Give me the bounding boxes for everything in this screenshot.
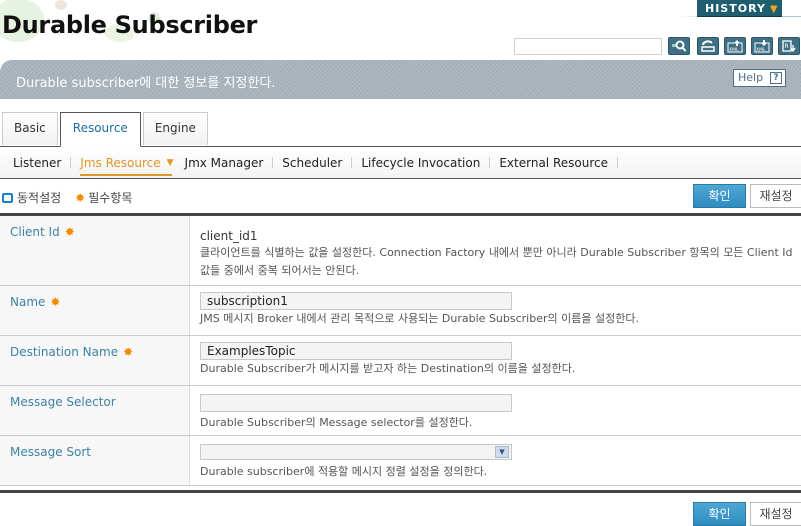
xml-export-button[interactable]: XML [724,37,746,55]
settings-form: Client Id ✸ client_id1 클라이언트를 식별하는 값을 설정한… [0,213,801,486]
message-selector-input[interactable] [200,394,512,412]
name-input[interactable]: subscription1 [200,292,512,310]
svg-text:XML: XML [756,47,766,53]
form-row-client-id: Client Id ✸ client_id1 클라이언트를 식별하는 값을 설정한… [0,216,801,286]
client-id-hint: 클라이언트를 식별하는 값을 설정한다. Connection Factory … [200,246,793,277]
divider [272,157,274,168]
field-value: client_id1 클라이언트를 식별하는 값을 설정한다. Connecti… [190,216,801,285]
field-value: ExamplesTopic Durable Subscriber가 메시지를 받… [190,336,801,385]
divider [489,157,491,168]
destination-name-input[interactable]: ExamplesTopic [200,342,512,360]
reset-button-top[interactable]: 재설정 [750,184,801,208]
subnav-label: Jms Resource [80,155,161,170]
tab-resource[interactable]: Resource [59,112,141,147]
search-button[interactable] [668,37,690,55]
subnav-listener[interactable]: Listener [13,156,61,170]
divider [351,157,353,168]
required-icon: ✸ [123,345,134,359]
form-row-message-sort: Message Sort ▼ Durable subscriber에 적용할 메… [0,436,801,486]
legend: 동적설정 ✸ 필수항목 [2,189,132,206]
label-text: Message Sort [10,445,92,459]
field-label: Client Id ✸ [0,216,190,285]
dynamic-setting-label: 동적설정 [17,191,62,205]
label-text: Destination Name [10,345,119,359]
divider [616,157,618,168]
label-text: Client Id [10,225,60,239]
required-icon: ✸ [64,225,75,239]
svg-text:XML: XML [729,47,739,53]
subnav-label: Scheduler [282,155,343,170]
subnav-label: External Resource [499,155,608,170]
decorative-circle [55,0,67,10]
xml-export-icon: XML [727,40,743,53]
search-input[interactable] [514,38,662,55]
refresh-icon [701,40,715,52]
subnav-scheduler[interactable]: Scheduler [282,156,342,170]
confirm-button-bottom[interactable]: 확인 [693,502,746,526]
help-label: Help [738,71,764,84]
description-bar: Durable subscriber에 대한 정보를 지정한다. Help ? [0,60,801,99]
form-row-message-selector: Message Selector Durable Subscriber의 Mes… [0,386,801,436]
field-value: subscription1 JMS 메시지 Broker 내에서 관리 목적으로… [190,286,801,335]
subnav-label: Jmx Manager [184,155,264,170]
sub-navigation: Listener Jms Resource ▼ Jmx Manager Sched… [0,146,801,179]
page-title: Durable Subscriber [2,11,258,39]
subnav-jmx-manager[interactable]: Jmx Manager [185,156,264,170]
history-label: HISTORY [705,2,766,15]
form-row-name: Name ✸ subscription1 JMS 메시지 Broker 내에서 관… [0,286,801,336]
reset-button-bottom[interactable]: 재설정 [750,502,801,526]
client-id-value: client_id1 [200,229,258,243]
form-bottom-divider [0,490,801,493]
description-text: Durable subscriber에 대한 정보를 지정한다. [16,76,276,91]
destination-name-hint: Durable Subscriber가 메시지를 받고자 하는 Destinat… [200,362,576,375]
field-value: ▼ Durable subscriber에 적용할 메시지 정렬 설정을 정의한… [190,436,801,485]
question-icon: ? [770,72,782,84]
message-sort-hint: Durable subscriber에 적용할 메시지 정렬 설정을 정의한다. [200,465,488,478]
name-hint: JMS 메시지 Broker 내에서 관리 목적으로 사용되는 Durable … [200,312,639,325]
subnav-external-resource[interactable]: External Resource [499,156,608,170]
field-label: Message Sort [0,436,190,485]
subnav-label: Lifecycle Invocation [361,155,481,170]
subnav-label: Listener [13,155,62,170]
divider [179,157,180,168]
dynamic-setting-icon [2,192,13,203]
chevron-down-icon[interactable]: ▼ [495,446,509,458]
tab-basic[interactable]: Basic [2,112,58,145]
help-button[interactable]: Help ? [733,69,786,87]
field-label: Name ✸ [0,286,190,335]
label-text: Name [10,295,46,309]
required-label: 필수항목 [88,191,133,205]
field-label: Destination Name ✸ [0,336,190,385]
refresh-button[interactable] [697,37,719,55]
caret-down-icon: ▼ [166,157,174,168]
search-icon [672,40,687,52]
subnav-jms-resource[interactable]: Jms Resource ▼ [80,155,174,176]
resource-button[interactable]: R [778,37,800,55]
label-text: Message Selector [10,395,116,409]
resource-icon: R [782,40,796,53]
history-button[interactable]: HISTORY ▼ [697,0,782,17]
required-icon: ✸ [50,295,61,309]
subnav-lifecycle-invocation[interactable]: Lifecycle Invocation [361,156,480,170]
required-icon: ✸ [75,190,86,205]
tab-engine[interactable]: Engine [142,112,208,145]
xml-import-button[interactable]: XML [751,37,773,55]
main-tabs: Basic Resource Engine [2,112,210,147]
form-row-destination-name: Destination Name ✸ ExamplesTopic Durable … [0,336,801,386]
message-sort-select[interactable]: ▼ [200,444,512,460]
field-value: Durable Subscriber의 Message selector를 설정… [190,386,801,435]
svg-text:R: R [785,43,789,50]
divider [70,157,72,168]
chevron-down-icon: ▼ [769,4,779,15]
message-selector-hint: Durable Subscriber의 Message selector를 설정… [200,416,473,429]
xml-import-icon: XML [754,40,770,53]
field-label: Message Selector [0,386,190,435]
confirm-button-top[interactable]: 확인 [693,184,746,208]
